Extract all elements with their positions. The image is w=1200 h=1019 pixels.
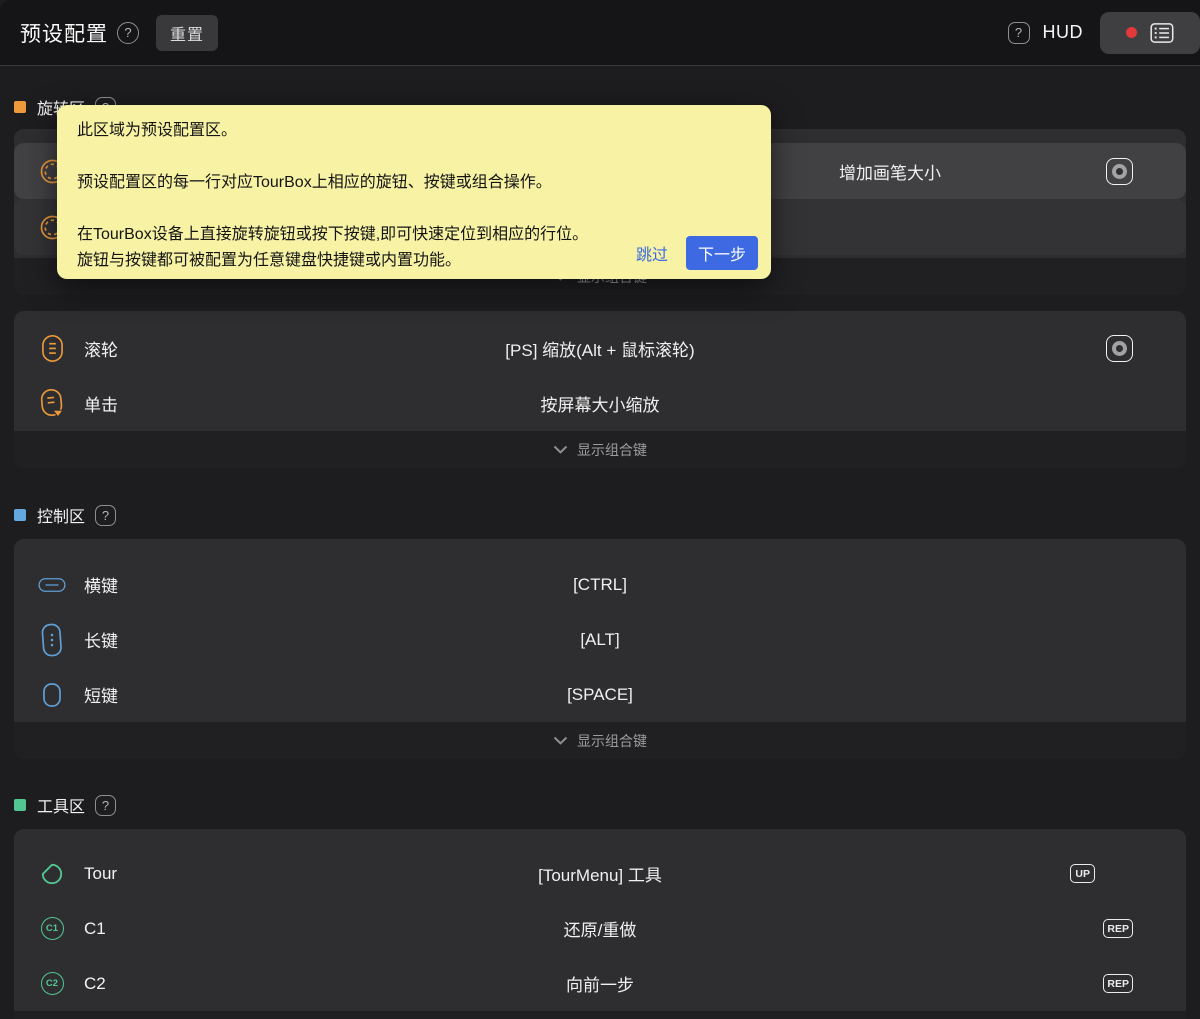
record-icon[interactable]: [1106, 157, 1133, 185]
section-title: 工具区: [37, 799, 86, 816]
row-value: 增加画笔大小: [839, 163, 941, 183]
scroll-click-icon: [38, 388, 66, 419]
row-label: 短键: [84, 687, 118, 706]
top-bar-right: ? HUD: [1007, 11, 1200, 54]
short-key-icon: [38, 682, 66, 708]
top-bar: 预设配置 ? 重置 ? HUD: [0, 0, 1200, 66]
row-label: 长键: [84, 632, 118, 651]
next-button[interactable]: 下一步: [685, 236, 758, 270]
row-side-key[interactable]: 横键 [CTRL]: [14, 557, 1186, 612]
row-c2-button[interactable]: C2 C2 向前一步 REP: [14, 956, 1186, 1011]
record-icon-dot: [1112, 341, 1127, 356]
c1-button-icon: C1: [38, 917, 66, 940]
c2-icon-text: C2: [40, 972, 64, 995]
row-label: Tour: [84, 863, 118, 883]
tourbox-console-window: 预设配置 ? 重置 ? HUD 增加画笔大小 滚轮 [PS] 缩放(Alt + …: [0, 0, 1200, 1019]
tooltip-actions: 跳过 下一步: [636, 236, 758, 270]
row-tall-key[interactable]: 长键 [ALT]: [14, 612, 1186, 667]
record-icon[interactable]: [1106, 335, 1133, 362]
control-panel: 横键 [CTRL] 长键 [ALT] 短键 [SPACE] 显示组合键: [14, 539, 1186, 759]
hud-help-icon[interactable]: ?: [1007, 21, 1030, 44]
tall-key-icon: [38, 623, 66, 657]
side-key-icon: [38, 575, 66, 595]
row-value: 按屏幕大小缩放: [540, 396, 660, 415]
tool-panel: Tour [TourMenu] 工具 UP C1 C1 还原/重做 REP C2…: [14, 829, 1186, 1019]
hud-label: HUD: [1042, 22, 1083, 42]
row-value: 向前一步: [566, 976, 634, 995]
row-value: [SPACE]: [567, 684, 633, 704]
row-short-key[interactable]: 短键 [SPACE]: [14, 667, 1186, 722]
onboarding-tooltip: 此区域为预设配置区。 预设配置区的每一行对应TourBox上相应的旋钮、按键或组…: [57, 105, 771, 279]
c2-button-icon: C2: [38, 972, 66, 995]
control-color-square: [14, 509, 26, 521]
hud-list-icon: [1150, 22, 1174, 44]
up-badge[interactable]: UP: [1070, 864, 1095, 883]
row-tour-button[interactable]: Tour [TourMenu] 工具 UP: [14, 846, 1186, 901]
reset-button[interactable]: 重置: [156, 14, 219, 51]
rep-badge[interactable]: REP: [1103, 974, 1133, 993]
row-scroll-wheel[interactable]: 滚轮 [PS] 缩放(Alt + 鼠标滚轮): [14, 321, 1186, 376]
tour-button-icon: [38, 861, 66, 887]
skip-button[interactable]: 跳过: [636, 241, 668, 265]
row-value: [CTRL]: [573, 574, 627, 594]
c1-icon-text: C1: [40, 917, 64, 940]
row-value: [PS] 缩放(Alt + 鼠标滚轮): [505, 341, 695, 360]
row-label: 横键: [84, 577, 118, 596]
tool-color-square: [14, 799, 26, 811]
row-scroll-click[interactable]: 单击 按屏幕大小缩放: [14, 376, 1186, 431]
page-title: 预设配置: [20, 22, 108, 46]
show-combo-toggle[interactable]: 显示组合键: [14, 722, 1186, 759]
rotation-color-square: [14, 101, 26, 113]
section-title: 控制区: [37, 509, 86, 526]
row-label: 滚轮: [84, 341, 118, 360]
tool-help-icon[interactable]: ?: [95, 794, 117, 816]
show-combo-label: 显示组合键: [577, 732, 647, 749]
hud-toggle-button[interactable]: [1100, 11, 1200, 54]
row-label: 单击: [84, 396, 118, 415]
tooltip-line: 预设配置区的每一行对应TourBox上相应的旋钮、按键或组合操作。: [77, 174, 552, 191]
row-label: C2: [84, 973, 106, 993]
wheel-panel: 滚轮 [PS] 缩放(Alt + 鼠标滚轮) 单击 按屏幕大小缩放 显示组合键: [14, 311, 1186, 468]
control-help-icon[interactable]: ?: [95, 504, 117, 526]
show-combo-toggle[interactable]: 显示组合键: [14, 431, 1186, 468]
section-header-control: 控制区 ?: [14, 503, 117, 527]
row-value: [ALT]: [580, 629, 620, 649]
row-label: C1: [84, 918, 106, 938]
row-value: [TourMenu] 工具: [538, 866, 662, 885]
row-value: 还原/重做: [563, 921, 637, 940]
show-combo-label: 显示组合键: [577, 441, 647, 458]
rep-badge[interactable]: REP: [1103, 919, 1133, 938]
record-icon-dot: [1112, 163, 1127, 179]
row-c1-button[interactable]: C1 C1 还原/重做 REP: [14, 901, 1186, 956]
chevron-down-icon: [553, 445, 568, 454]
scroll-wheel-icon: [38, 334, 66, 363]
chevron-down-icon: [553, 736, 568, 745]
section-header-tool: 工具区 ?: [14, 793, 117, 817]
help-icon[interactable]: ?: [117, 21, 139, 44]
record-dot-icon: [1126, 27, 1137, 38]
show-combo-toggle[interactable]: [14, 1011, 1186, 1019]
tooltip-line: 此区域为预设配置区。: [77, 122, 238, 139]
